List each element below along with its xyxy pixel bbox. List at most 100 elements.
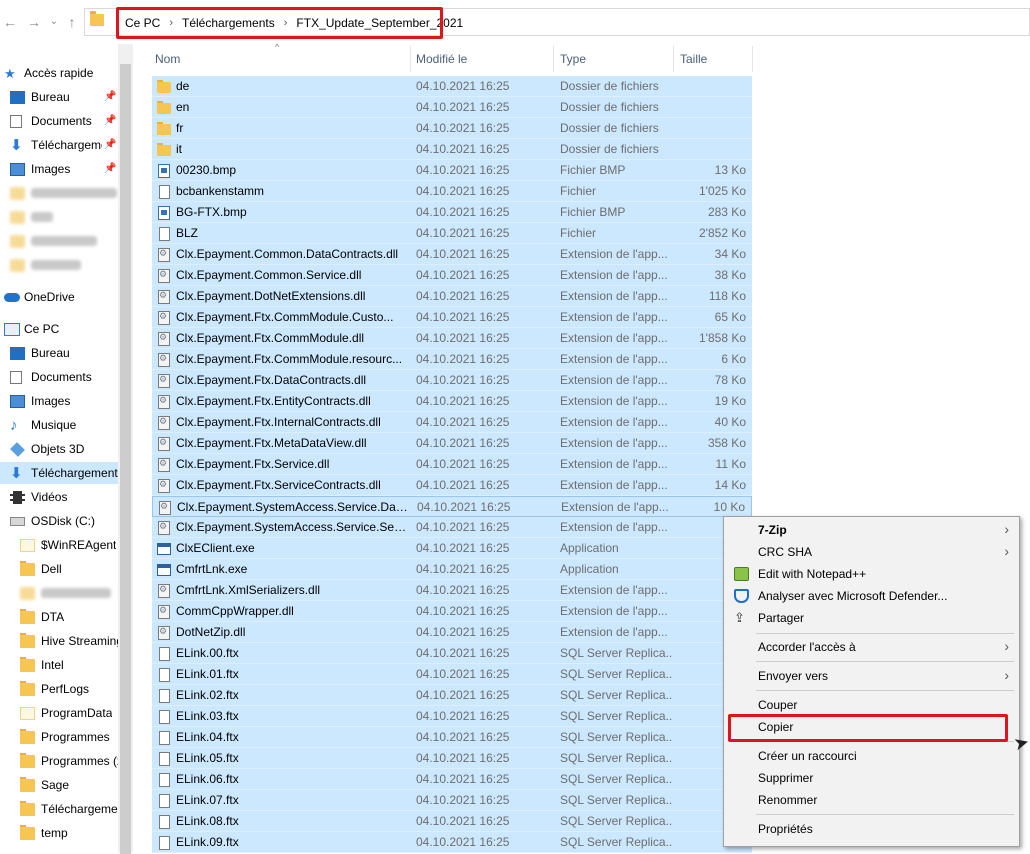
menu-item-7zip[interactable]: 7-Zip › — [726, 519, 1018, 541]
nav-pc-videos[interactable]: Vidéos — [10, 486, 118, 508]
folder-row[interactable]: fr 04.10.2021 16:25 Dossier de fichiers — [152, 118, 752, 139]
nav-drive-folder[interactable]: Intel — [20, 654, 118, 676]
file-row[interactable]: BLZ 04.10.2021 16:25 Fichier 2'852 Ko — [152, 223, 752, 244]
file-row[interactable]: Clx.Epayment.Ftx.DataContracts.dll 04.10.… — [152, 370, 752, 391]
nav-pc-osdisk[interactable]: OSDisk (C:) — [10, 510, 118, 532]
file-row[interactable]: Clx.Epayment.SystemAccess.Service.Data..… — [152, 496, 752, 517]
menu-item-cut[interactable]: Couper — [726, 694, 1018, 716]
back-arrow-icon[interactable]: ← — [2, 13, 18, 31]
nav-item-desktop[interactable]: Bureau — [10, 86, 118, 108]
nav-item-documents[interactable]: Documents — [10, 110, 118, 132]
pin-icon[interactable]: 📌 — [104, 163, 116, 174]
nav-quick-access[interactable]: ★ Accès rapide — [4, 62, 118, 84]
file-row[interactable]: Clx.Epayment.Common.DataContracts.dll 04.… — [152, 244, 752, 265]
file-row[interactable]: CommCppWrapper.dll 04.10.2021 16:25 Extens… — [152, 601, 752, 622]
nav-drive-folder[interactable]: DTA — [20, 606, 118, 628]
file-row[interactable]: Clx.Epayment.Ftx.MetaDataView.dll 04.10.2… — [152, 433, 752, 454]
column-name[interactable]: Nom — [155, 52, 180, 66]
pin-icon[interactable]: 📌 — [104, 115, 116, 126]
menu-item-create-shortcut[interactable]: Créer un raccourci — [726, 745, 1018, 767]
file-row[interactable]: Clx.Epayment.Ftx.CommModule.Custo... 04.1… — [152, 307, 752, 328]
file-row[interactable]: Clx.Epayment.Common.Service.dll 04.10.202… — [152, 265, 752, 286]
forward-arrow-icon[interactable]: → — [26, 13, 42, 31]
nav-pc-images[interactable]: Images — [10, 390, 118, 412]
file-row[interactable]: Clx.Epayment.SystemAccess.Service.Serv..… — [152, 517, 752, 538]
nav-item-blurred[interactable] — [10, 206, 118, 228]
nav-item-images[interactable]: Images — [10, 158, 118, 180]
file-row[interactable]: DotNetZip.dll 04.10.2021 16:25 Extension d… — [152, 622, 752, 643]
menu-item-properties[interactable]: Propriétés — [726, 818, 1018, 840]
menu-item-notepadpp[interactable]: Edit with Notepad++ — [726, 563, 1018, 585]
column-type[interactable]: Type — [560, 52, 586, 66]
nav-drive-folder[interactable]: temp — [20, 822, 118, 844]
file-name: Clx.Epayment.Ftx.MetaDataView.dll — [176, 436, 367, 450]
scrollbar-thumb[interactable] — [120, 64, 131, 854]
nav-drive-folder[interactable]: Programmes — [20, 726, 118, 748]
nav-pc-documents[interactable]: Documents — [10, 366, 118, 388]
menu-item-delete[interactable]: Supprimer — [726, 767, 1018, 789]
folder-row[interactable]: de 04.10.2021 16:25 Dossier de fichiers — [152, 76, 752, 97]
file-row[interactable]: ELink.08.ftx 04.10.2021 16:25 SQL Server R… — [152, 811, 752, 832]
file-row[interactable]: Clx.Epayment.Ftx.CommModule.dll 04.10.202… — [152, 328, 752, 349]
nav-drive-folder[interactable]: $WinREAgent — [20, 534, 118, 556]
nav-drive-folder[interactable]: Téléchargements — [20, 798, 118, 820]
file-row[interactable]: Clx.Epayment.Ftx.EntityContracts.dll 04.1… — [152, 391, 752, 412]
nav-drive-folder[interactable]: ProgramData — [20, 702, 118, 724]
menu-item-rename[interactable]: Renommer — [726, 789, 1018, 811]
file-row[interactable]: Clx.Epayment.Ftx.Service.dll 04.10.2021 1… — [152, 454, 752, 475]
file-row[interactable]: ELink.03.ftx 04.10.2021 16:25 SQL Server R… — [152, 706, 752, 727]
nav-pc-downloads[interactable]: ⬇ Téléchargements — [0, 462, 118, 484]
nav-scrollbar[interactable] — [118, 44, 133, 854]
file-row[interactable]: CmfrtLnk.exe04.10.2021 16:25Application6 — [152, 559, 752, 580]
up-arrow-icon[interactable]: ↑ — [64, 13, 80, 31]
file-row[interactable]: ELink.04.ftx 04.10.2021 16:25 SQL Server R… — [152, 727, 752, 748]
file-row[interactable]: ELink.07.ftx 04.10.2021 16:25 SQL Server R… — [152, 790, 752, 811]
menu-item-grant-access[interactable]: Accorder l'accès à › — [726, 636, 1018, 658]
column-divider[interactable] — [553, 46, 554, 72]
menu-item-send-to[interactable]: Envoyer vers › — [726, 665, 1018, 687]
file-row[interactable]: CmfrtLnk.XmlSerializers.dll 04.10.2021 16… — [152, 580, 752, 601]
pin-icon[interactable]: 📌 — [104, 139, 116, 150]
file-row[interactable]: ClxEClient.exe 04.10.2021 16:25 Applicatio… — [152, 538, 752, 559]
column-modified[interactable]: Modifié le — [416, 52, 467, 66]
file-row[interactable]: ELink.06.ftx 04.10.2021 16:25 SQL Server R… — [152, 769, 752, 790]
column-size[interactable]: Taille — [680, 52, 707, 66]
column-divider[interactable] — [673, 46, 674, 72]
file-row[interactable]: ELink.09.ftx 04.10.2021 16:25 SQL Server R… — [152, 832, 752, 853]
nav-item-downloads[interactable]: ⬇ Téléchargements — [10, 134, 102, 156]
file-row[interactable]: 00230.bmp 04.10.2021 16:25 Fichier BMP 13 K… — [152, 160, 752, 181]
file-row[interactable]: BG-FTX.bmp 04.10.2021 16:25 Fichier BMP 283… — [152, 202, 752, 223]
menu-item-defender[interactable]: Analyser avec Microsoft Defender... — [726, 585, 1018, 607]
nav-drive-folder[interactable]: Hive Streaming — [20, 630, 118, 652]
menu-item-share[interactable]: ⇪ Partager — [726, 607, 1018, 629]
file-row[interactable]: Clx.Epayment.Ftx.CommModule.resourc... 04… — [152, 349, 752, 370]
file-row[interactable]: ELink.02.ftx 04.10.2021 16:25 SQL Server R… — [152, 685, 752, 706]
menu-item-crc-sha[interactable]: CRC SHA › — [726, 541, 1018, 563]
nav-drive-folder-blurred[interactable] — [20, 582, 118, 604]
nav-pc-3d-objects[interactable]: Objets 3D — [10, 438, 118, 460]
nav-pc-desktop[interactable]: Bureau — [10, 342, 118, 364]
column-divider[interactable] — [752, 46, 753, 72]
folder-row[interactable]: en 04.10.2021 16:25 Dossier de fichiers — [152, 97, 752, 118]
file-row[interactable]: bcbankenstamm 04.10.2021 16:25 Fichier 1'02… — [152, 181, 752, 202]
nav-drive-folder[interactable]: PerfLogs — [20, 678, 118, 700]
nav-item-blurred[interactable] — [10, 230, 118, 252]
file-row[interactable]: Clx.Epayment.DotNetExtensions.dll 04.10.2… — [152, 286, 752, 307]
nav-this-pc[interactable]: Ce PC — [4, 318, 118, 340]
file-row[interactable]: ELink.01.ftx 04.10.2021 16:25 SQL Server R… — [152, 664, 752, 685]
nav-drive-folder[interactable]: Dell — [20, 558, 118, 580]
file-row[interactable]: ELink.05.ftx 04.10.2021 16:25 SQL Server R… — [152, 748, 752, 769]
file-row[interactable]: Clx.Epayment.Ftx.InternalContracts.dll 04… — [152, 412, 752, 433]
column-divider[interactable] — [410, 46, 411, 72]
file-row[interactable]: ELink.00.ftx 04.10.2021 16:25 SQL Server R… — [152, 643, 752, 664]
recent-dropdown-icon[interactable]: ⌄ — [46, 13, 62, 31]
nav-onedrive[interactable]: OneDrive — [4, 286, 118, 308]
nav-item-blurred[interactable] — [10, 182, 118, 204]
folder-row[interactable]: it 04.10.2021 16:25 Dossier de fichiers — [152, 139, 752, 160]
nav-item-blurred[interactable] — [10, 254, 118, 276]
pin-icon[interactable]: 📌 — [104, 91, 116, 102]
nav-drive-folder[interactable]: Programmes (x86) — [20, 750, 118, 772]
nav-pc-music[interactable]: ♪ Musique — [10, 414, 118, 436]
nav-drive-folder[interactable]: Sage — [20, 774, 118, 796]
file-row[interactable]: Clx.Epayment.Ftx.ServiceContracts.dll 04.… — [152, 475, 752, 496]
